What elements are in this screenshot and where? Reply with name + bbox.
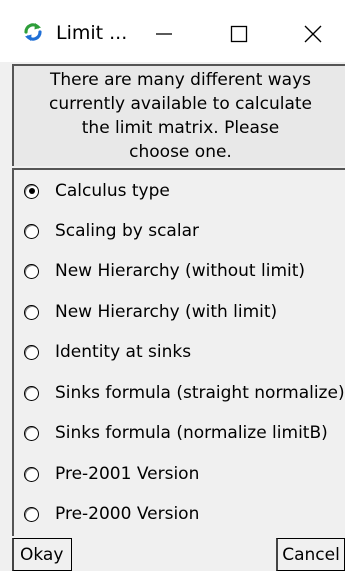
option-new-hierarchy-without-limit[interactable]: New Hierarchy (without limit): [24, 256, 305, 286]
message-line: currently available to calculate: [49, 94, 312, 114]
message-line: choose one.: [129, 142, 232, 162]
button-bar: Okay Cancel: [12, 538, 345, 571]
option-scaling-by-scalar[interactable]: Scaling by scalar: [24, 216, 199, 246]
radio-button[interactable]: [24, 304, 39, 320]
option-label: Identity at sinks: [55, 342, 192, 362]
option-sinks-formula-limitb[interactable]: Sinks formula (normalize limitB): [24, 418, 328, 448]
refresh-arrows-icon: [24, 23, 42, 41]
radio-button[interactable]: [24, 263, 39, 279]
window-title: Limit ...: [56, 22, 128, 44]
option-label: Pre-2001 Version: [55, 464, 200, 484]
maximize-button[interactable]: [219, 14, 259, 54]
option-pre-2000-version[interactable]: Pre-2000 Version: [24, 499, 199, 529]
option-new-hierarchy-with-limit[interactable]: New Hierarchy (with limit): [24, 297, 277, 327]
option-label: Calculus type: [55, 181, 170, 201]
title-bar[interactable]: Limit ...: [0, 0, 345, 62]
radio-button[interactable]: [24, 466, 39, 482]
option-label: Sinks formula (straight normalize): [55, 383, 345, 403]
option-sinks-formula-straight[interactable]: Sinks formula (straight normalize): [24, 378, 345, 408]
radio-button[interactable]: [24, 425, 39, 441]
okay-button[interactable]: Okay: [12, 538, 72, 571]
radio-button[interactable]: [24, 506, 39, 522]
close-icon: [304, 25, 322, 43]
message-line: There are many different ways: [49, 70, 312, 90]
option-label: New Hierarchy (with limit): [55, 302, 278, 322]
maximize-icon: [230, 25, 248, 43]
radio-button[interactable]: [24, 223, 39, 239]
option-label: Pre-2000 Version: [55, 504, 200, 524]
instruction-message: There are many different ways currently …: [12, 64, 345, 166]
close-button[interactable]: [293, 14, 333, 54]
radio-button[interactable]: [24, 344, 39, 360]
limit-dialog-window: Limit ... There are many different ways …: [0, 0, 345, 571]
radio-button[interactable]: [24, 183, 39, 199]
minimize-button[interactable]: [144, 14, 184, 54]
option-pre-2001-version[interactable]: Pre-2001 Version: [24, 459, 199, 489]
option-label: New Hierarchy (without limit): [55, 261, 306, 281]
option-label: Sinks formula (normalize limitB): [55, 423, 328, 443]
message-line: the limit matrix. Please: [81, 118, 280, 138]
option-calculus-type[interactable]: Calculus type: [24, 176, 170, 206]
option-label: Scaling by scalar: [55, 221, 199, 241]
radio-button[interactable]: [24, 385, 39, 401]
cancel-button[interactable]: Cancel: [276, 538, 345, 571]
option-identity-at-sinks[interactable]: Identity at sinks: [24, 337, 191, 367]
limit-method-options: Calculus type Scaling by scalar New Hier…: [12, 168, 345, 536]
minimize-icon: [156, 33, 172, 35]
